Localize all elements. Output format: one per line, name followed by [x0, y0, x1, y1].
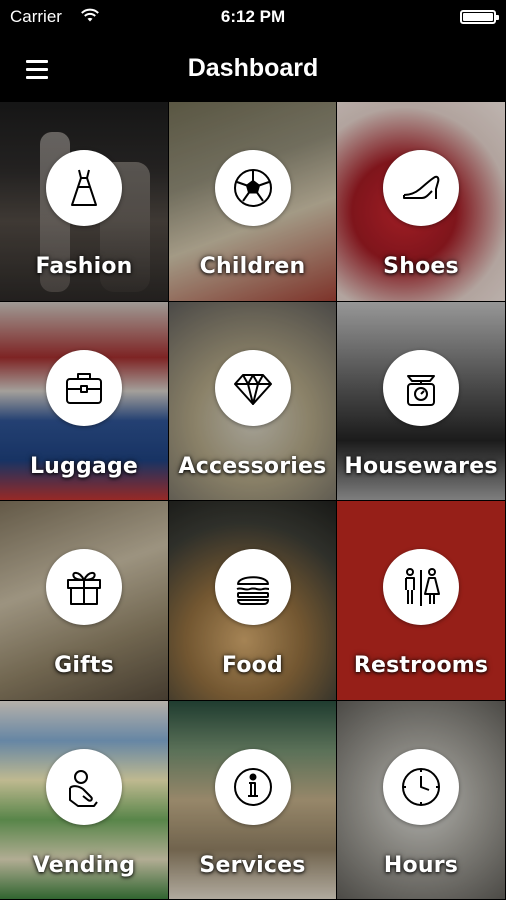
dashboard-grid: Fashion Children Shoes Luggage Accessori… [0, 102, 506, 900]
briefcase-icon [66, 372, 102, 404]
menu-line [26, 76, 48, 79]
tile-luggage[interactable]: Luggage [0, 301, 169, 501]
clock-time: 6:12 PM [220, 7, 286, 26]
tile-shoes[interactable]: Shoes [337, 102, 506, 302]
high-heel-icon [403, 175, 440, 199]
gifts-icon-circle [46, 549, 122, 625]
hand-coin-icon [69, 769, 98, 807]
navigation-bar: Dashboard [0, 36, 506, 102]
tile-label: Shoes [383, 254, 459, 279]
diamond-icon [233, 373, 272, 405]
tile-services[interactable]: Services [169, 700, 337, 900]
housewares-icon-circle [383, 349, 459, 426]
tile-housewares[interactable]: Housewares [337, 301, 506, 501]
battery-icon [460, 10, 499, 24]
restroom-icon [405, 568, 440, 606]
tile-food[interactable]: Food [169, 501, 337, 701]
vending-icon-circle [46, 748, 122, 825]
tile-label: Gifts [54, 653, 114, 678]
tile-label: Vending [32, 852, 136, 878]
tile-fashion[interactable]: Fashion [0, 102, 169, 302]
page-title: Dashboard [187, 54, 319, 82]
status-bar: Carrier 6:12 PM [0, 0, 506, 36]
children-icon-circle [214, 150, 291, 226]
tile-label: Hours [383, 852, 459, 878]
tile-accessories[interactable]: Accessories [169, 301, 337, 501]
hours-icon-circle [383, 748, 459, 825]
tile-label: Food [222, 653, 283, 678]
food-icon-circle [214, 549, 291, 625]
services-icon-circle [214, 748, 291, 825]
tile-hours[interactable]: Hours [337, 700, 506, 900]
tile-label: Luggage [29, 453, 139, 479]
luggage-icon-circle [46, 349, 122, 426]
kitchen-scale-icon [407, 374, 435, 406]
tile-gifts[interactable]: Gifts [0, 501, 169, 701]
dress-icon [71, 169, 97, 206]
tile-children[interactable]: Children [169, 102, 337, 302]
fashion-icon-circle [46, 150, 122, 226]
hamburger-menu-button[interactable] [20, 52, 54, 86]
info-icon [233, 767, 272, 806]
tile-label: Accessories [178, 453, 327, 479]
menu-line [26, 60, 48, 63]
tile-vending[interactable]: Vending [0, 700, 169, 900]
tile-label: Children [199, 254, 306, 279]
menu-line [26, 68, 48, 71]
soccer-ball-icon [233, 169, 272, 207]
restrooms-icon-circle [383, 549, 459, 625]
shoes-icon-circle [383, 150, 459, 226]
tile-label: Services [199, 852, 306, 878]
tile-label: Fashion [35, 254, 133, 279]
accessories-icon-circle [214, 349, 291, 426]
gift-icon [67, 571, 101, 605]
tile-restrooms[interactable]: Restrooms [337, 501, 506, 701]
tile-label: Restrooms [353, 653, 489, 678]
burger-icon [236, 576, 269, 605]
clock-icon [402, 767, 440, 806]
tile-label: Housewares [344, 453, 498, 479]
